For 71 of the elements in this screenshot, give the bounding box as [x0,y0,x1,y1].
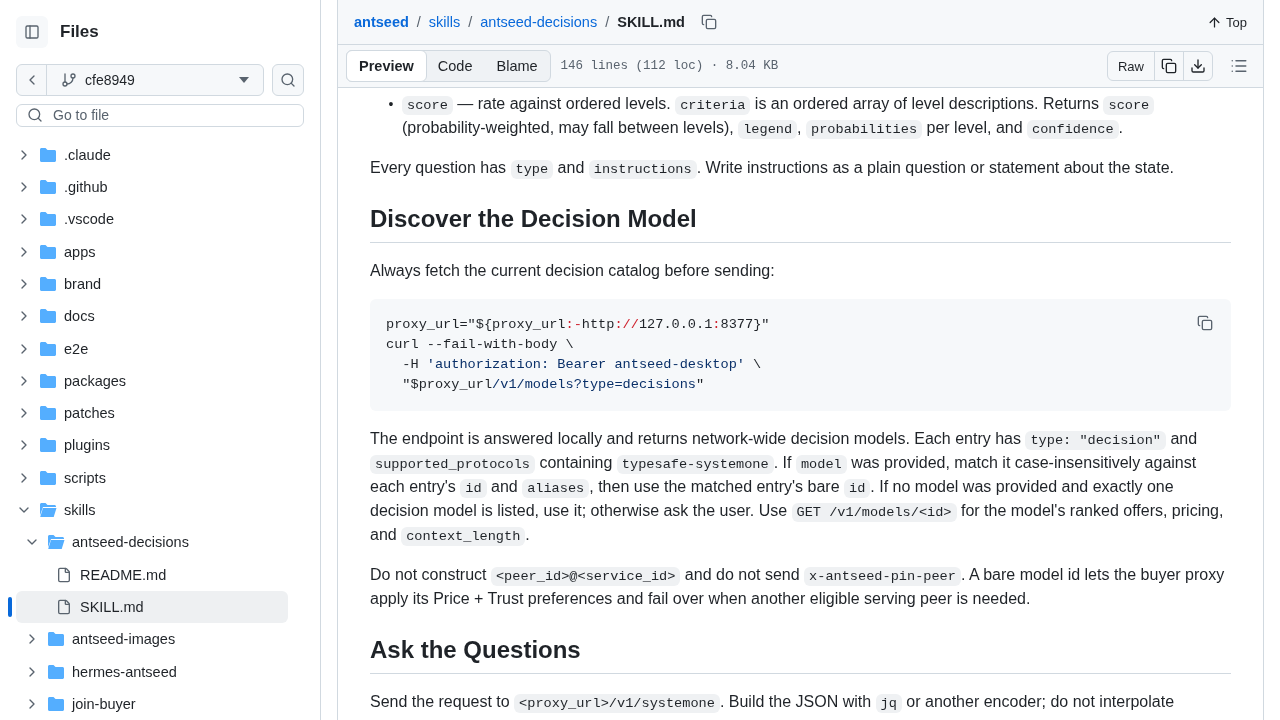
bullet-marker: • [387,95,395,114]
folder-tree-item[interactable]: brand [16,267,288,301]
folder-tree-item[interactable]: docs [16,300,288,333]
folder-tree-item[interactable]: e2e [16,332,288,365]
copy-icon [1197,315,1213,331]
folder-icon [47,695,65,712]
breadcrumb-separator: / [605,14,610,30]
breadcrumb-separator: / [416,14,421,30]
folder-icon [39,469,57,486]
file-icon [56,566,72,583]
open-folder-icon [47,534,65,551]
paragraph: Always fetch the current decision catalog before sending: [370,261,776,281]
paragraph: The endpoint is answered locally and returns network-wide decision models. Each entry has type: "decision" and supported_protocols containing typesafe-systemone . If model was provided, match it case-insensitively against each entry's id and aliases , then use the matched entry's bare id . If no model was provided and exactly one decision model is listed, use it; otherwise ask the user. Use GET /v1/models/<id> for the model's ranked offers, pricing, and context_length . [370,429,1225,547]
go-to-file-field[interactable]: Go to file [16,104,304,127]
breadcrumb-link[interactable]: skills [428,14,461,30]
folder-tree-item[interactable]: patches [16,397,288,430]
open-folder-icon [39,502,57,519]
folder-icon [39,437,57,454]
paragraph: Every question has type and instructions . Write instructions as a plain question or statement about the state. [370,158,1175,180]
paragraph: Do not construct <peer_id>@<service_id> and do not send x-antseed-pin-peer . A bare model id lets the buyer proxy apply its Price + Trust preferences and fail over when another eligible serving peer is needed. [370,565,1226,609]
file-tree-item[interactable]: README.md [16,558,288,591]
list-item: score — rate against ordered levels. criteria is an ordered array of level descriptions. Returns score (probability-weighted, may fall between levels), legend , probabilities per level, and confidence . [402,92,1231,140]
folder-icon [39,308,57,325]
panel-icon [24,24,40,40]
search-icon [280,72,296,88]
download-icon [1190,58,1206,74]
copy-icon [700,14,717,30]
folder-icon [39,276,57,292]
code-text: proxy_url="${proxy_url:-http://127.0.0.1:8377}" curl --fail-with-body \ -H 'authorization: Bearer antseed-desktop' \ "$proxy_url/v1/models?type=decisions" [386,316,771,394]
folder-tree-item[interactable]: skills [16,493,288,527]
section-heading: Ask the Questions [370,635,1231,674]
folder-tree-item[interactable]: scripts [16,461,288,494]
search-icon [27,107,43,124]
sidebar-toggle-button[interactable] [16,16,48,48]
folder-icon [39,340,57,357]
selection-indicator [8,596,12,617]
folder-icon [39,211,57,228]
file-icon [56,598,72,615]
folder-icon [47,663,65,680]
go-to-file-input[interactable]: Go to file [51,106,293,125]
folder-icon [47,631,65,648]
sidebar-title: Files [60,22,99,42]
paragraph: Send the request to <proxy_url>/v1/systemone . Build the JSON with jq or another encoder; do not interpolate [370,692,1176,714]
folder-icon [39,243,57,260]
list-icon [1230,57,1248,75]
breadcrumb-separator: / [468,14,473,30]
breadcrumb-link[interactable]: antseed [354,14,409,30]
view-tab[interactable]: Blame [484,51,550,81]
folder-icon [39,146,57,163]
folder-icon [39,405,57,422]
folder-tree-item[interactable]: .vscode [16,203,288,236]
folder-tree-item[interactable]: hermes-antseed [16,655,288,688]
current-file-name[interactable]: SKILL.md [617,14,685,30]
view-tab[interactable]: Preview [346,50,427,82]
folder-tree-item[interactable]: .github [16,170,288,204]
folder-tree-item[interactable]: antseed-decisions [16,526,288,559]
folder-tree-item[interactable]: antseed-images [16,623,288,656]
folder-tree-item[interactable]: .claude [16,138,288,171]
top-link[interactable]: Top [1207,14,1247,30]
folder-tree-item[interactable]: apps [16,235,288,268]
breadcrumb-link[interactable]: antseed-decisions [480,14,598,30]
view-tab[interactable]: Code [425,51,485,81]
folder-icon [39,372,57,389]
search-button[interactable] [272,64,304,96]
folder-icon [39,179,57,196]
file-info: 146 lines (112 loc) · 8.04 KB [560,59,779,73]
copy-icon [1161,58,1177,74]
folder-tree-item[interactable]: join-buyer [16,687,288,720]
folder-tree-item[interactable]: plugins [16,429,288,462]
section-heading: Discover the Decision Model [370,204,1231,243]
folder-tree-item[interactable]: packages [16,364,288,398]
